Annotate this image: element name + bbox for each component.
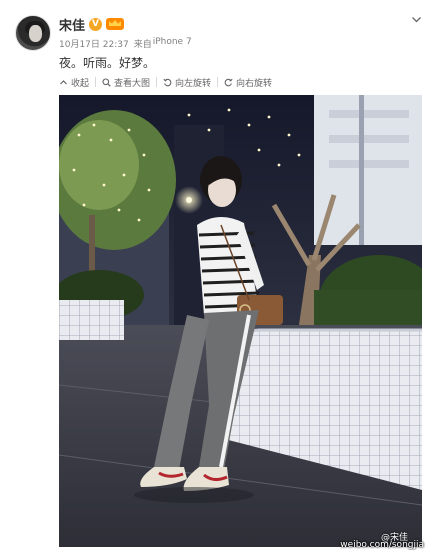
post-source: iPhone 7 [152, 37, 192, 47]
user-row: 宋佳 V [59, 15, 125, 34]
post-time-link[interactable]: 10月17日 22:37 [59, 37, 129, 50]
toolbar-divider [95, 77, 97, 87]
username-link[interactable]: 宋佳 [59, 15, 85, 34]
rotate-left-label: 向左旋转 [175, 78, 212, 89]
collapse-icon [60, 79, 67, 84]
toolbar-divider [156, 77, 158, 87]
chevron-down-icon[interactable] [411, 14, 422, 25]
post-text: 夜。听雨。好梦。 [59, 56, 156, 70]
rotate-right-label: 向右旋转 [236, 78, 273, 89]
weibo-post-card: 宋佳 V 10月17日 22:37 来自 iPhone 7 夜。听雨。好梦。 收… [0, 0, 434, 550]
rotate-right-icon [224, 78, 233, 86]
view-large-button[interactable]: 查看大图 [102, 74, 150, 90]
post-meta: 10月17日 22:37 来自 iPhone 7 [59, 37, 192, 50]
member-crown-icon[interactable] [106, 18, 125, 30]
collapse-label: 收起 [71, 78, 90, 89]
avatar-face [29, 25, 42, 42]
rotate-left-button[interactable]: 向左旋转 [163, 74, 211, 90]
source-prefix: 来自 [133, 40, 152, 50]
photo-illustration [59, 95, 422, 547]
view-large-label: 查看大图 [114, 78, 151, 89]
collapse-button[interactable]: 收起 [59, 74, 89, 90]
magnifier-icon [102, 77, 111, 87]
verified-icon: V [89, 17, 103, 31]
rotate-left-icon [163, 78, 172, 86]
post-photo[interactable] [59, 95, 422, 547]
watermark-url: weibo.com/songjia [340, 540, 424, 550]
toolbar-divider [217, 77, 219, 87]
rotate-right-button[interactable]: 向右旋转 [224, 74, 272, 90]
image-toolbar: 收起 查看大图 向左旋转 向右旋转 [59, 74, 272, 90]
avatar[interactable] [15, 15, 51, 51]
